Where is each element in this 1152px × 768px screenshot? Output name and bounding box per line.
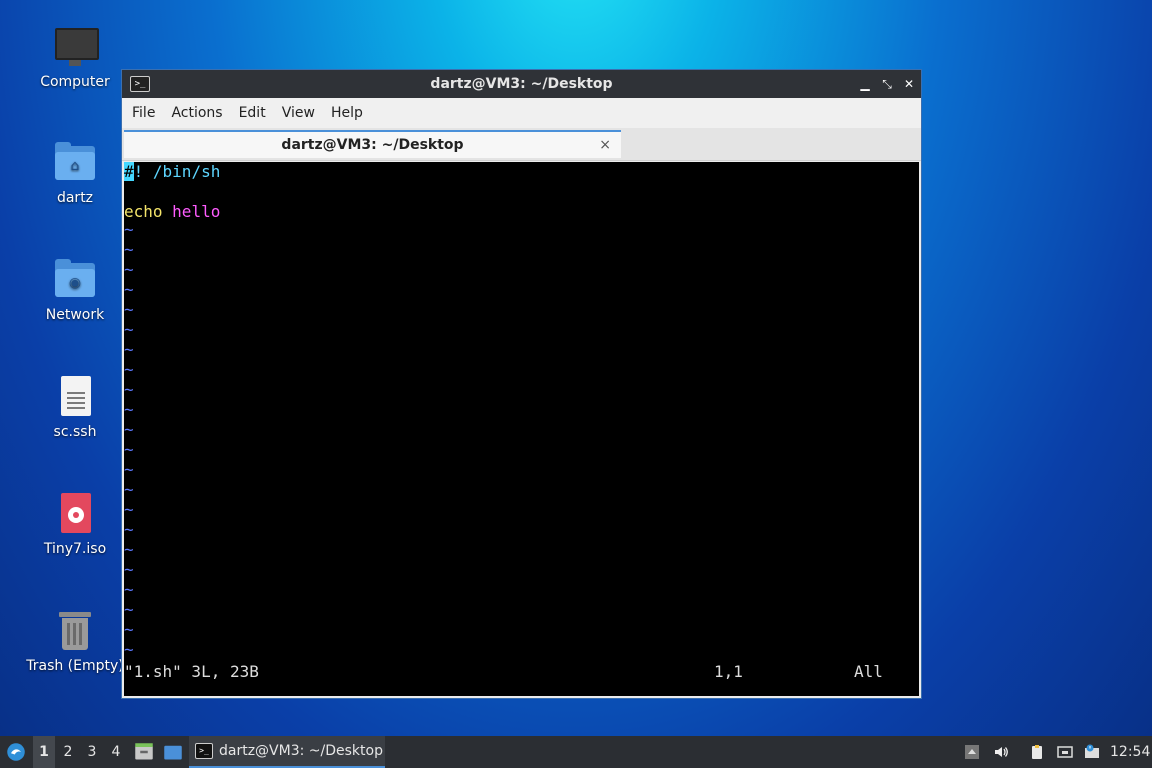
text-cursor: # [124, 162, 134, 181]
notifications-button[interactable] [1082, 736, 1102, 768]
taskbar: 1 2 3 4 >_ dartz@VM3: ~/Desktop 12:54 [0, 736, 1152, 768]
file-manager-launcher[interactable] [134, 736, 154, 768]
tab-close-button[interactable]: × [599, 137, 611, 153]
terminal-icon: >_ [195, 743, 213, 759]
clock[interactable]: 12:54 [1110, 736, 1150, 768]
desktop-icon [164, 745, 182, 760]
desktop-icon-trash[interactable]: Trash (Empty) [14, 608, 136, 674]
minimize-button[interactable]: ▁ [859, 77, 871, 91]
vim-empty-line-marker: ~ [124, 240, 134, 259]
vim-empty-line-marker: ~ [124, 300, 134, 319]
vim-empty-line-marker: ~ [124, 580, 134, 599]
terminal-line-1: #! /bin/sh [124, 162, 220, 182]
terminal-content[interactable]: #! /bin/sh echo hello ~ ~ ~ ~ ~ ~ ~ ~ ~ ~ ~ ~ ~ ~ ~ ~ ~ ~… [124, 162, 919, 696]
tab-terminal[interactable]: dartz@VM3: ~/Desktop × [124, 130, 621, 158]
menu-bar: File Actions Edit View Help [122, 98, 921, 128]
window-titlebar[interactable]: >_ dartz@VM3: ~/Desktop ▁ ⤡ ✕ [122, 70, 921, 98]
status-cursor-position: 1,1 [714, 662, 743, 681]
computer-icon [53, 24, 99, 68]
show-desktop-button[interactable] [162, 736, 184, 768]
network-folder-icon: ◉ [53, 257, 97, 301]
clipboard-button[interactable] [1027, 736, 1047, 768]
vim-empty-line-marker: ~ [124, 260, 134, 279]
home-folder-icon: ⌂ [53, 140, 97, 184]
desktop-icon-label: Trash (Empty) [26, 658, 124, 674]
vim-empty-line-marker: ~ [124, 420, 134, 439]
desktop-icon-tiny7-iso[interactable]: Tiny7.iso [14, 491, 136, 557]
menu-edit[interactable]: Edit [231, 105, 274, 121]
vim-empty-line-marker: ~ [124, 220, 134, 239]
vim-empty-line-marker: ~ [124, 340, 134, 359]
file-manager-icon [135, 743, 153, 760]
arrow-up-icon [965, 745, 979, 759]
desktop-icon-label: Network [45, 307, 105, 323]
close-button[interactable]: ✕ [903, 77, 915, 91]
trash-icon [53, 608, 97, 652]
terminal-window: >_ dartz@VM3: ~/Desktop ▁ ⤡ ✕ File Actio… [121, 69, 922, 699]
tab-label: dartz@VM3: ~/Desktop [281, 137, 464, 153]
menu-help[interactable]: Help [323, 105, 371, 121]
vim-empty-line-marker: ~ [124, 500, 134, 519]
desktop-icon-home-folder[interactable]: ⌂ dartz [14, 140, 136, 206]
taskbar-task-terminal[interactable]: >_ dartz@VM3: ~/Desktop [189, 736, 385, 768]
echo-argument: hello [172, 202, 221, 221]
text-file-icon [53, 374, 97, 418]
workspace-2[interactable]: 2 [57, 736, 79, 768]
desktop-icon-label: Computer [40, 74, 110, 90]
menu-file[interactable]: File [124, 105, 163, 121]
vim-empty-line-marker: ~ [124, 640, 134, 659]
vim-empty-line-marker: ~ [124, 360, 134, 379]
vim-empty-line-marker: ~ [124, 540, 134, 559]
vim-empty-line-marker: ~ [124, 520, 134, 539]
network-status-button[interactable] [1055, 736, 1075, 768]
vim-empty-line-marker: ~ [124, 320, 134, 339]
vim-empty-line-marker: ~ [124, 620, 134, 639]
clipboard-icon [1032, 745, 1042, 759]
task-label: dartz@VM3: ~/Desktop [219, 743, 383, 759]
disc-image-icon [53, 491, 97, 535]
start-menu-button[interactable] [4, 736, 28, 768]
vim-empty-line-marker: ~ [124, 400, 134, 419]
terminal-icon: >_ [130, 76, 150, 92]
status-scroll: All [854, 662, 883, 681]
status-file-info: "1.sh" 3L, 23B [124, 662, 259, 681]
vim-empty-line-marker: ~ [124, 600, 134, 619]
workspace-1[interactable]: 1 [33, 736, 55, 768]
desktop-icon-network[interactable]: ◉ Network [14, 257, 136, 323]
vim-empty-line-marker: ~ [124, 280, 134, 299]
vim-empty-line-marker: ~ [124, 440, 134, 459]
network-icon [1057, 746, 1073, 758]
tray-expand-button[interactable] [963, 736, 981, 768]
desktop-icon-sc-ssh[interactable]: sc.ssh [14, 374, 136, 440]
workspace-4[interactable]: 4 [105, 736, 127, 768]
desktop-icon-label: dartz [56, 190, 94, 206]
vim-empty-line-marker: ~ [124, 380, 134, 399]
shebang-text: ! /bin/sh [133, 162, 221, 181]
vim-status-line: "1.sh" 3L, 23B 1,1 All [124, 662, 919, 682]
tab-bar: dartz@VM3: ~/Desktop × [122, 128, 921, 161]
echo-command: echo [124, 202, 163, 221]
volume-icon [995, 747, 1008, 757]
maximize-button[interactable]: ⤡ [881, 77, 893, 92]
volume-button[interactable] [991, 736, 1011, 768]
vim-empty-line-marker: ~ [124, 480, 134, 499]
desktop-icon-computer[interactable]: Computer [14, 24, 136, 90]
start-menu-icon [7, 743, 25, 761]
vim-empty-line-marker: ~ [124, 560, 134, 579]
vim-empty-line-marker: ~ [124, 460, 134, 479]
terminal-line-3: echo hello [124, 202, 220, 222]
menu-view[interactable]: View [274, 105, 323, 121]
desktop-icon-label: Tiny7.iso [43, 541, 107, 557]
menu-actions[interactable]: Actions [163, 105, 230, 121]
desktop-icon-label: sc.ssh [53, 424, 97, 440]
notification-icon [1085, 744, 1099, 758]
window-title: dartz@VM3: ~/Desktop [430, 76, 613, 92]
workspace-3[interactable]: 3 [81, 736, 103, 768]
